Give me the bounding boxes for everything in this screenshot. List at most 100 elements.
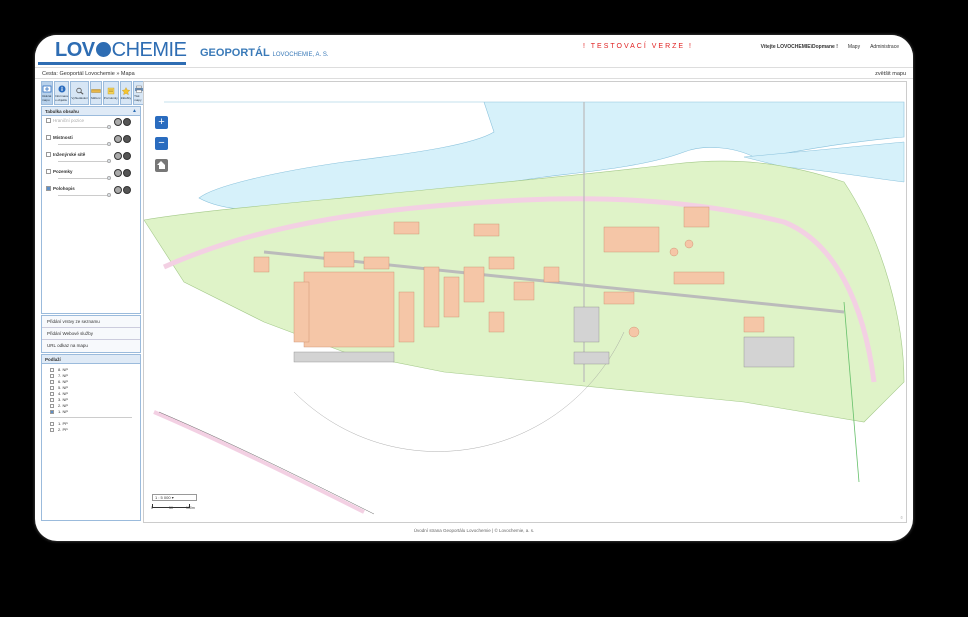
layer-checkbox[interactable]	[46, 186, 51, 191]
collapse-icon[interactable]: ▲	[132, 108, 137, 114]
layers-panel-header[interactable]: Tabulka obsahu ▲	[42, 107, 140, 116]
building[interactable]	[463, 266, 485, 303]
building[interactable]	[303, 271, 395, 348]
building[interactable]	[443, 276, 460, 318]
add-web-service-link[interactable]: Přidání Webové služby	[42, 328, 140, 340]
tool-label: Informace o objektu	[55, 93, 69, 102]
building-tank[interactable]	[684, 239, 694, 249]
opacity-slider-thumb[interactable]	[107, 159, 111, 163]
layer-row-planimetry: Polohopis	[42, 184, 140, 201]
layer-checkbox[interactable]	[46, 152, 51, 157]
scale-selector[interactable]: 1 : 5 000 ▾	[152, 494, 197, 501]
floor-checkbox[interactable]	[50, 368, 54, 372]
layer-settings-icon[interactable]	[114, 135, 122, 143]
floor-item[interactable]: 2. PP	[50, 427, 132, 433]
layer-settings-icon[interactable]	[114, 152, 122, 160]
layers-panel: Tabulka obsahu ▲ Hraniční pozice Místnos…	[41, 106, 141, 314]
layer-row-rooms: Místnosti	[42, 133, 140, 150]
floor-checkbox[interactable]	[50, 398, 54, 402]
floor-checkbox[interactable]	[50, 392, 54, 396]
enlarge-map-link[interactable]: zvětšit mapu	[875, 71, 906, 77]
logo-text-1: LOV	[55, 39, 95, 61]
floor-label: 5. NP	[58, 385, 69, 390]
floor-checkbox[interactable]	[50, 386, 54, 390]
floor-label: 3. NP	[58, 397, 69, 402]
building[interactable]	[253, 256, 270, 273]
nav-admin-link[interactable]: Administrace	[870, 44, 899, 50]
map-url-link[interactable]: URL odkaz na mapu	[42, 340, 140, 352]
sidebar: Ukázat mapu Informace o objektu Vyhledáv…	[41, 81, 146, 523]
logo-text-2: CHEMIE	[111, 39, 187, 61]
tool-label: Měření	[91, 95, 101, 100]
building[interactable]	[513, 281, 535, 301]
layer-checkbox[interactable]	[46, 135, 51, 140]
zoom-in-button[interactable]: +	[155, 116, 168, 129]
opacity-slider[interactable]	[58, 178, 108, 179]
building[interactable]	[603, 291, 635, 305]
tool-show-map[interactable]: Ukázat mapu	[41, 81, 53, 105]
opacity-slider-thumb[interactable]	[107, 142, 111, 146]
building[interactable]	[423, 266, 440, 328]
building[interactable]	[603, 226, 660, 253]
building[interactable]	[293, 281, 310, 343]
building[interactable]	[488, 311, 505, 333]
opacity-slider-thumb[interactable]	[107, 193, 111, 197]
building[interactable]	[393, 221, 420, 235]
opacity-slider-thumb[interactable]	[107, 176, 111, 180]
building[interactable]	[398, 291, 415, 343]
side-links: Přidání vrstvy ze seznamu Přidání Webové…	[41, 315, 141, 353]
opacity-slider-thumb[interactable]	[107, 125, 111, 129]
opacity-slider[interactable]	[58, 161, 108, 162]
opacity-slider[interactable]	[58, 144, 108, 145]
floor-checkbox[interactable]	[50, 404, 54, 408]
zoom-out-button[interactable]: −	[155, 137, 168, 150]
logo-underline	[38, 62, 186, 65]
map-drawing[interactable]	[144, 82, 907, 523]
layer-label: Inženýrské sítě	[53, 152, 86, 157]
layer-checkbox[interactable]	[46, 118, 51, 123]
tool-search[interactable]: Vyhledávání	[70, 81, 89, 105]
tool-bookmarks[interactable]: Záložky	[119, 81, 133, 105]
layer-settings-icon[interactable]	[114, 118, 122, 126]
floor-checkbox[interactable]	[50, 428, 54, 432]
opacity-slider[interactable]	[58, 127, 108, 128]
layer-target-icon[interactable]	[123, 118, 131, 126]
map-canvas[interactable]: + − 1 : 5 000 ▾ 0 50 100m ©	[143, 81, 907, 523]
footer-home-link[interactable]: Úvodní strana Geoportálu Lovochemie	[414, 528, 491, 533]
tool-notes[interactable]: Poznámky	[102, 81, 119, 105]
layer-target-icon[interactable]	[123, 186, 131, 194]
add-layer-from-list-link[interactable]: Přidání vrstvy ze seznamu	[42, 316, 140, 328]
floor-checkbox[interactable]	[50, 380, 54, 384]
opacity-slider[interactable]	[58, 195, 108, 196]
layer-checkbox[interactable]	[46, 169, 51, 174]
building[interactable]	[683, 206, 710, 228]
building-tank[interactable]	[628, 326, 640, 338]
layer-target-icon[interactable]	[123, 169, 131, 177]
home-icon[interactable]	[155, 159, 168, 172]
building[interactable]	[363, 256, 390, 270]
tool-object-info[interactable]: Informace o objektu	[54, 81, 70, 105]
floor-checkbox[interactable]	[50, 422, 54, 426]
lovochemie-logo[interactable]: LOV CHEMIE	[55, 39, 187, 62]
nav-maps-link[interactable]: Mapy	[848, 44, 860, 50]
floor-checkbox[interactable]	[50, 410, 54, 414]
layer-target-icon[interactable]	[123, 152, 131, 160]
structure	[573, 351, 610, 365]
building-tank[interactable]	[669, 247, 679, 257]
building[interactable]	[743, 316, 765, 333]
floor-checkbox[interactable]	[50, 374, 54, 378]
building[interactable]	[473, 223, 500, 237]
layer-label: Místnosti	[53, 135, 73, 140]
building[interactable]	[673, 271, 725, 285]
user-greeting: Vítejte LOVOCHEMIE\Dopmane !	[760, 44, 838, 50]
building[interactable]	[488, 256, 515, 270]
building[interactable]	[543, 266, 560, 283]
layer-settings-icon[interactable]	[114, 169, 122, 177]
tool-measure[interactable]: Měření	[89, 81, 102, 105]
building[interactable]	[323, 251, 355, 268]
layer-settings-icon[interactable]	[114, 186, 122, 194]
layer-target-icon[interactable]	[123, 135, 131, 143]
layer-row-utilities: Inženýrské sítě	[42, 150, 140, 167]
breadcrumb-item-geoportal[interactable]: Geoportál Lovochemie	[59, 71, 114, 77]
floors-panel-header[interactable]: Podlaží	[42, 355, 140, 364]
